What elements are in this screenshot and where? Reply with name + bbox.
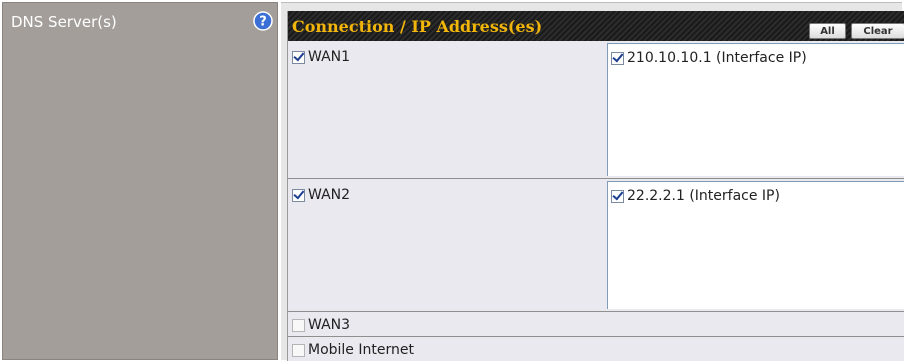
wan3-label: WAN3 bbox=[308, 317, 351, 333]
dns-server-settings: DNS Server(s) ? Connection / IP Address(… bbox=[0, 0, 904, 362]
wan3-option[interactable]: WAN3 bbox=[292, 317, 350, 333]
connection-row-wan1: WAN1 210.10.10.1 (Interface IP) bbox=[288, 41, 904, 179]
table-header-title: Connection / IP Address(es) bbox=[292, 17, 543, 36]
select-all-button[interactable]: All bbox=[809, 23, 846, 39]
mobile-internet-label: Mobile Internet bbox=[308, 342, 414, 358]
wan2-ip-option[interactable]: 22.2.2.1 (Interface IP) bbox=[611, 188, 780, 204]
connection-table: Connection / IP Address(es) All Clear WA… bbox=[287, 11, 904, 361]
wan1-option[interactable]: WAN1 bbox=[292, 49, 350, 65]
wan2-ip-label: 22.2.2.1 (Interface IP) bbox=[627, 188, 780, 204]
connection-row-wan2: WAN2 22.2.2.1 (Interface IP) bbox=[288, 179, 904, 312]
connection-row-mobile-internet: Mobile Internet bbox=[288, 337, 904, 361]
wan1-ip-option[interactable]: 210.10.10.1 (Interface IP) bbox=[611, 50, 807, 66]
settings-label-cell: DNS Server(s) ? bbox=[2, 2, 278, 360]
wan3-checkbox[interactable] bbox=[292, 318, 305, 332]
connection-row-wan3: WAN3 bbox=[288, 312, 904, 337]
table-header: Connection / IP Address(es) All Clear bbox=[288, 11, 904, 41]
wan1-ip-checkbox[interactable] bbox=[611, 51, 624, 65]
wan1-label: WAN1 bbox=[308, 49, 351, 65]
wan1-ip-label: 210.10.10.1 (Interface IP) bbox=[627, 50, 807, 66]
mobile-internet-checkbox[interactable] bbox=[292, 343, 305, 357]
dns-servers-label: DNS Server(s) bbox=[11, 13, 117, 31]
wan2-ip-checkbox[interactable] bbox=[611, 189, 624, 203]
wan2-checkbox[interactable] bbox=[292, 188, 305, 202]
mobile-internet-option[interactable]: Mobile Internet bbox=[292, 342, 414, 358]
question-circle-icon[interactable]: ? bbox=[253, 11, 273, 31]
svg-text:?: ? bbox=[259, 15, 267, 30]
clear-button[interactable]: Clear bbox=[851, 23, 904, 39]
wan2-label: WAN2 bbox=[308, 187, 351, 203]
wan2-ip-list: 22.2.2.1 (Interface IP) bbox=[607, 181, 904, 309]
wan2-option[interactable]: WAN2 bbox=[292, 187, 350, 203]
wan1-checkbox[interactable] bbox=[292, 50, 305, 64]
connections-cell: Connection / IP Address(es) All Clear WA… bbox=[281, 2, 904, 361]
wan1-ip-list: 210.10.10.1 (Interface IP) bbox=[607, 43, 904, 176]
